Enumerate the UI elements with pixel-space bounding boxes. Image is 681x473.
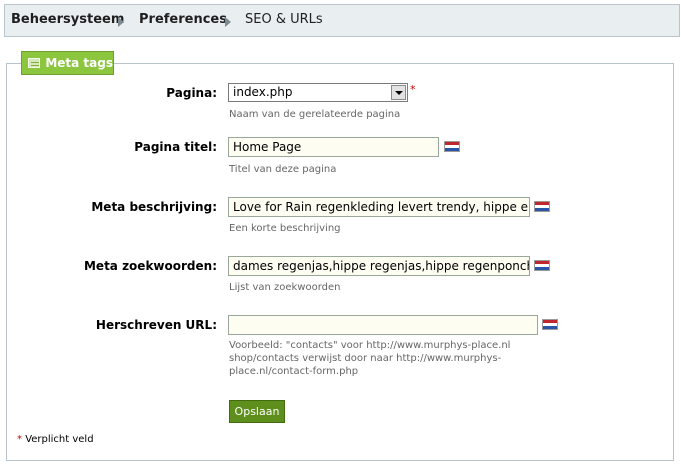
meta-beschrijving-label: Meta beschrijving: (91, 200, 217, 214)
required-marker: * (410, 83, 416, 96)
section-title: Meta tags (45, 56, 113, 70)
dutch-flag-icon[interactable] (534, 260, 550, 271)
pagina-titel-hint: Titel van deze pagina (229, 164, 337, 175)
breadcrumb-item-seo-urls: SEO & URLs (245, 12, 323, 27)
required-field-note: * Verplicht veld (17, 434, 94, 445)
meta-beschrijving-hint: Een korte beschrijving (229, 223, 341, 234)
breadcrumb: Beheersysteem Preferences SEO & URLs (4, 4, 680, 37)
required-star: * (17, 434, 22, 445)
herschreven-url-input[interactable] (228, 315, 538, 335)
keyboard-icon (28, 58, 41, 68)
hint-line: Voorbeeld: "contacts" voor http://www.mu… (229, 340, 511, 351)
save-button[interactable]: Opslaan (229, 400, 285, 423)
herschreven-url-label: Herschreven URL: (95, 318, 217, 332)
hint-line: place.nl/contact-form.php (229, 366, 359, 377)
pagina-select[interactable]: index.php (228, 83, 408, 102)
chevron-right-icon (225, 17, 231, 27)
chevron-right-icon (118, 17, 124, 27)
chevron-down-icon[interactable] (391, 85, 406, 100)
breadcrumb-item-beheersysteem[interactable]: Beheersysteem (11, 12, 124, 27)
pagina-titel-label: Pagina titel: (134, 140, 217, 154)
dutch-flag-icon[interactable] (444, 141, 460, 152)
breadcrumb-item-preferences[interactable]: Preferences (139, 12, 227, 27)
required-note-text: Verplicht veld (25, 434, 94, 445)
meta-zoekwoorden-input[interactable]: dames regenjas,hippe regenjas,hippe rege… (228, 256, 530, 276)
meta-zoekwoorden-hint: Lijst van zoekwoorden (229, 282, 341, 293)
meta-zoekwoorden-label: Meta zoekwoorden: (83, 259, 217, 273)
pagina-titel-input[interactable]: Home Page (228, 137, 439, 157)
hint-line: shop/contacts verwijst door naar http://… (229, 353, 502, 364)
pagina-select-value: index.php (233, 85, 293, 99)
section-legend: Meta tags (21, 51, 114, 75)
dutch-flag-icon[interactable] (542, 319, 558, 330)
pagina-hint: Naam van de gerelateerde pagina (229, 109, 401, 120)
herschreven-url-hint: Voorbeeld: "contacts" voor http://www.mu… (229, 339, 510, 378)
pagina-label: Pagina: (166, 86, 217, 100)
dutch-flag-icon[interactable] (534, 201, 550, 212)
meta-beschrijving-input[interactable]: Love for Rain regenkleding levert trendy… (228, 197, 530, 217)
